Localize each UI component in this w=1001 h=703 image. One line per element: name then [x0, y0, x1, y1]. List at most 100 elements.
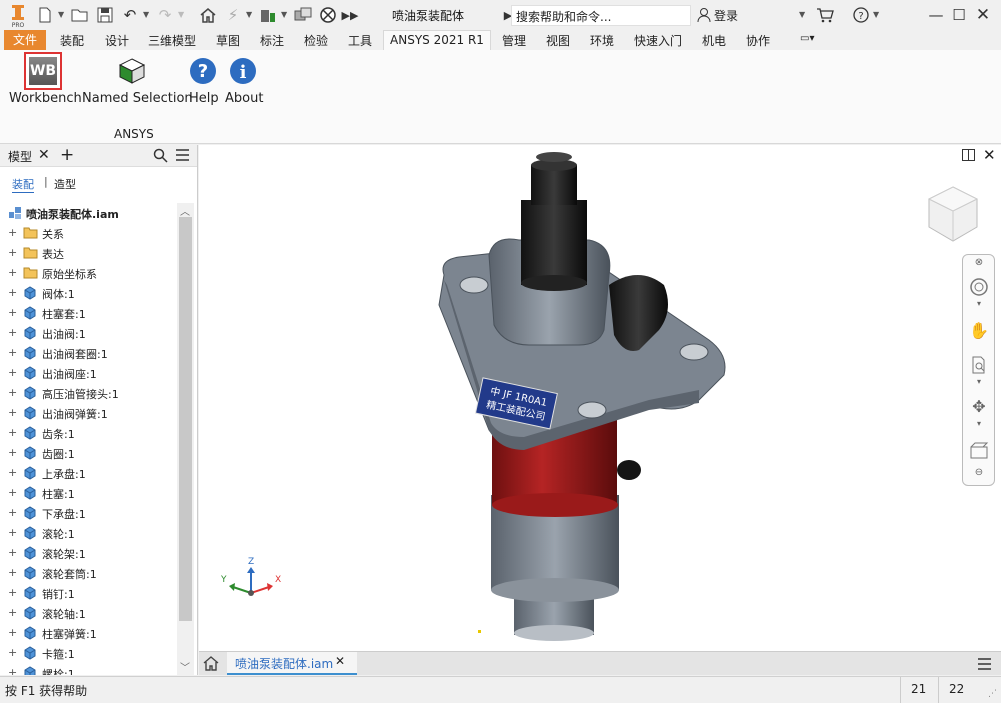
menu-environments[interactable]: 环境 [590, 32, 614, 49]
workbench-button[interactable]: WB [24, 52, 62, 90]
maximize-icon[interactable]: ☐ [949, 5, 969, 25]
tree-item[interactable]: + 滚轮:1 [0, 523, 176, 543]
ribbon-display-toggle-icon[interactable]: ▭▾ [800, 33, 826, 47]
menu-ansys[interactable]: ANSYS 2021 R1 [383, 30, 491, 51]
update-icon[interactable]: ⚡ [223, 5, 243, 25]
expand-icon[interactable]: + [8, 266, 17, 279]
split-view-icon[interactable] [962, 149, 975, 164]
navbar-close-icon[interactable]: ⊗ [969, 257, 989, 277]
menu-annotate[interactable]: 标注 [260, 32, 284, 49]
expand-icon[interactable]: + [8, 646, 17, 659]
about-label[interactable]: About [225, 91, 263, 106]
tree-item[interactable]: + 销钉:1 [0, 583, 176, 603]
home-icon[interactable] [198, 5, 218, 25]
pan-hand-icon[interactable]: ✋ [969, 321, 989, 341]
zoom-dropdown-icon[interactable]: ▾ [969, 377, 989, 397]
tree-item[interactable]: + 表达 [0, 243, 176, 263]
appearance-icon[interactable] [293, 5, 313, 25]
menu-sketch[interactable]: 草图 [216, 32, 240, 49]
material-dropdown-icon[interactable]: ▼ [281, 10, 287, 19]
help-dropdown-icon[interactable]: ▼ [873, 10, 879, 19]
expand-icon[interactable]: + [8, 526, 17, 539]
scrollbar-thumb[interactable] [179, 217, 192, 621]
tree-item[interactable]: + 滚轮架:1 [0, 543, 176, 563]
expand-icon[interactable]: + [8, 426, 17, 439]
redo-icon[interactable]: ↷ [155, 5, 175, 25]
minimize-icon[interactable]: — [926, 5, 946, 25]
tree-item[interactable]: + 柱塞弹簧:1 [0, 623, 176, 643]
menu-view[interactable]: 视图 [546, 32, 570, 49]
home-tab-icon[interactable] [203, 655, 219, 674]
tree-item[interactable]: + 滚轮套筒:1 [0, 563, 176, 583]
scroll-down-icon[interactable]: ﹀ [180, 659, 190, 674]
help-icon[interactable]: ? [188, 56, 218, 86]
menu-manage[interactable]: 管理 [502, 32, 526, 49]
expand-icon[interactable]: + [8, 446, 17, 459]
tree-item[interactable]: + 高压油管接头:1 [0, 383, 176, 403]
expand-icon[interactable]: + [8, 406, 17, 419]
orbit-icon[interactable]: ✥ [969, 397, 989, 417]
tab-list-menu-icon[interactable] [977, 657, 992, 674]
expand-icon[interactable]: + [8, 226, 17, 239]
expand-icon[interactable]: + [8, 326, 17, 339]
expand-icon[interactable]: + [8, 666, 17, 675]
add-browser-icon[interactable]: + [60, 145, 74, 165]
close-view-icon[interactable]: ✕ [983, 146, 996, 164]
close-browser-icon[interactable]: ✕ [38, 147, 50, 163]
tree-item[interactable]: + 下承盘:1 [0, 503, 176, 523]
menu-get-started[interactable]: 快速入门 [634, 32, 682, 49]
expand-icon[interactable]: + [8, 386, 17, 399]
browser-search-icon[interactable] [153, 148, 168, 166]
save-icon[interactable] [95, 5, 115, 25]
expand-icon[interactable]: + [8, 546, 17, 559]
named-selection-icon[interactable] [116, 56, 148, 86]
tree-item[interactable]: + 柱塞套:1 [0, 303, 176, 323]
tree-item[interactable]: + 齿圈:1 [0, 443, 176, 463]
named-selection-label[interactable]: Named Selection [82, 91, 193, 106]
tree-item[interactable]: + 上承盘:1 [0, 463, 176, 483]
new-file-icon[interactable] [35, 5, 55, 25]
tree-item[interactable]: + 卡箍:1 [0, 643, 176, 663]
help-question-icon[interactable]: ? [851, 5, 871, 25]
clear-override-icon[interactable] [318, 5, 338, 25]
tree-item[interactable]: + 出油阀:1 [0, 323, 176, 343]
tree-root[interactable]: 喷油泵装配体.iam [0, 203, 178, 223]
orbit-dropdown-icon[interactable]: ▾ [969, 419, 989, 439]
menu-3d-model[interactable]: 三维模型 [148, 32, 196, 49]
view-face-icon[interactable] [969, 441, 989, 461]
expand-icon[interactable]: + [8, 306, 17, 319]
expand-icon[interactable]: + [8, 506, 17, 519]
menu-file[interactable]: 文件 [4, 30, 46, 50]
view-cube[interactable] [925, 185, 981, 246]
close-tab-icon[interactable]: ✕ [335, 654, 345, 668]
scroll-up-icon[interactable]: ︿ [180, 203, 190, 218]
steering-dropdown-icon[interactable]: ▾ [969, 299, 989, 319]
tree-item[interactable]: + 齿条:1 [0, 423, 176, 443]
login-link[interactable]: 登录 [714, 7, 738, 24]
new-dropdown-icon[interactable]: ▼ [58, 10, 64, 19]
expand-icon[interactable]: + [8, 466, 17, 479]
navbar-settings-icon[interactable]: ⊖ [969, 467, 989, 487]
about-info-icon[interactable]: i [228, 56, 258, 86]
fuel-pump-model[interactable] [429, 145, 759, 645]
expand-icon[interactable]: + [8, 486, 17, 499]
tree-item[interactable]: + 阀体:1 [0, 283, 176, 303]
expand-icon[interactable]: + [8, 366, 17, 379]
resize-grip-icon[interactable]: ⋰ [988, 689, 997, 699]
menu-assemble[interactable]: 装配 [60, 32, 84, 49]
menu-design[interactable]: 设计 [105, 32, 129, 49]
document-tab[interactable]: 喷油泵装配体.iam ✕ [227, 652, 357, 675]
tree-item[interactable]: + 原始坐标系 [0, 263, 176, 283]
user-icon[interactable] [694, 5, 714, 25]
menu-inspect[interactable]: 检验 [304, 32, 328, 49]
menu-tools[interactable]: 工具 [348, 32, 372, 49]
menu-electromechanical[interactable]: 机电 [702, 32, 726, 49]
close-window-icon[interactable]: ✕ [973, 5, 993, 25]
menu-collaborate[interactable]: 协作 [746, 32, 770, 49]
zoom-icon[interactable] [969, 355, 989, 375]
undo-dropdown-icon[interactable]: ▼ [143, 10, 149, 19]
update-dropdown-icon[interactable]: ▼ [246, 10, 252, 19]
tree-item[interactable]: + 出油阀座:1 [0, 363, 176, 383]
steering-wheel-icon[interactable] [969, 277, 989, 297]
expand-icon[interactable]: + [8, 286, 17, 299]
